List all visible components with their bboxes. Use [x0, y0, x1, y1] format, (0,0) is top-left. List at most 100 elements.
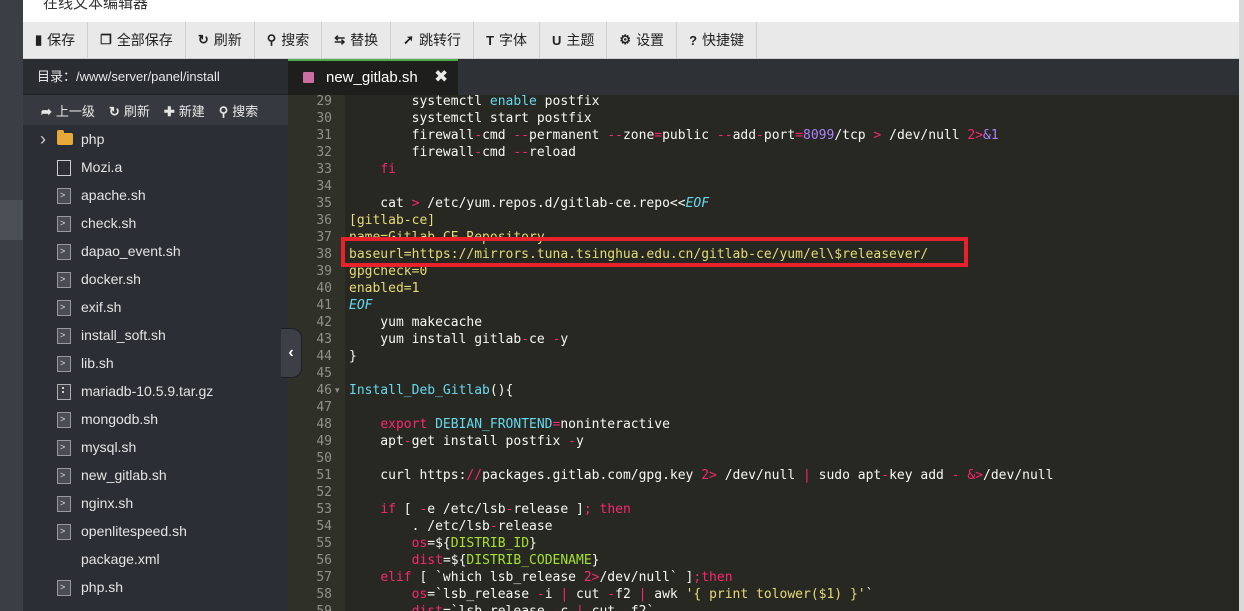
file-name: php: [81, 131, 105, 147]
replace-button[interactable]: ⇆ 替换: [322, 22, 392, 58]
code-line: 45: [288, 365, 1239, 382]
goto-line-button[interactable]: ➚ 跳转行: [391, 22, 475, 58]
save-all-icon: ❐: [100, 32, 112, 47]
code-text: os=${DISTRIB_ID}: [411, 536, 537, 551]
file-item[interactable]: package.xml: [23, 545, 288, 573]
file-name: mongodb.sh: [81, 411, 159, 427]
title-bar: 在线文本编辑器: [23, 0, 1239, 23]
line-number: 38: [316, 247, 332, 262]
new-icon: ✚: [163, 103, 175, 119]
terminal-file-icon: [57, 468, 71, 484]
replace-label: 替换: [350, 32, 379, 48]
file-item[interactable]: apache.sh: [23, 181, 288, 209]
shortcuts-button[interactable]: ? 快捷键: [677, 22, 758, 58]
font-icon: T: [486, 32, 495, 48]
sidebar-refresh-button[interactable]: ↻ 刷新: [109, 101, 150, 120]
file-item[interactable]: docker.sh: [23, 265, 288, 293]
fold-toggle-icon[interactable]: ▾: [335, 382, 340, 399]
theme-button[interactable]: U 主题: [540, 22, 608, 58]
line-number: 37: [316, 230, 332, 245]
theme-label: 主题: [566, 32, 595, 48]
file-name: openlitespeed.sh: [81, 523, 187, 539]
terminal-file-icon: [57, 244, 71, 260]
file-sidebar: 目录：/www/server/panel/install ➦ 上一级 ↻ 刷新 ✚ 新建 ⚲…: [23, 59, 288, 611]
file-item[interactable]: exif.sh: [23, 293, 288, 321]
line-number: 39: [316, 264, 332, 279]
chevron-right-icon[interactable]: ›: [40, 125, 46, 153]
line-number: 40: [316, 281, 332, 296]
code-line: 47: [288, 399, 1239, 416]
file-item[interactable]: mariadb-10.5.9.tar.gz: [23, 377, 288, 405]
code-text: [gitlab-ce]: [349, 213, 436, 228]
code-text: systemctl enable postfix: [349, 95, 600, 109]
file-item[interactable]: Mozi.a: [23, 153, 288, 181]
line-number: 51: [316, 468, 332, 483]
file-item[interactable]: dapao_event.sh: [23, 237, 288, 265]
sidebar-up-level-button[interactable]: ➦ 上一级: [41, 101, 95, 120]
code-text: yum install gitlab-ce -y: [349, 332, 569, 347]
code-text: os=`lsb_release -i | cut -f2 | awk '{ pr…: [411, 587, 874, 602]
file-item[interactable]: openlitespeed.sh: [23, 517, 288, 545]
window-title: 在线文本编辑器: [43, 0, 149, 12]
close-tab-icon[interactable]: ✖: [434, 67, 448, 87]
line-number: 49: [316, 434, 332, 449]
line-number: 48: [316, 417, 332, 432]
terminal-file-icon: [57, 496, 71, 512]
code-line: 58 os=`lsb_release -i | cut -f2 | awk '{…: [288, 586, 1239, 603]
code-line: 30 systemctl start postfix: [288, 110, 1239, 127]
font-label: 字体: [499, 32, 528, 48]
sidebar-actions: ➦ 上一级 ↻ 刷新 ✚ 新建 ⚲ 搜索: [23, 95, 288, 125]
code-line: 55 os=${DISTRIB_ID}: [288, 535, 1239, 552]
settings-icon: ⚙: [619, 32, 632, 47]
search-icon: ⚲: [266, 32, 277, 47]
code-editor[interactable]: 29 systemctl enable postfix 30 systemctl …: [288, 95, 1239, 611]
collapse-sidebar-button[interactable]: ‹: [281, 328, 302, 378]
code-line: 41 EOF: [288, 297, 1239, 314]
code-line: 54 . /etc/lsb-release: [288, 518, 1239, 535]
code-line: 46 ▾ Install_Deb_Gitlab(){: [288, 382, 1239, 399]
code-line: 59 dist=`lsb_release -c | cut -f2`: [288, 603, 1239, 611]
font-button[interactable]: T 字体: [474, 22, 541, 58]
file-item[interactable]: new_gitlab.sh: [23, 461, 288, 489]
file-item[interactable]: nginx.sh: [23, 489, 288, 517]
refresh-button[interactable]: ↻ 刷新: [186, 22, 255, 58]
file-name: lib.sh: [81, 355, 114, 371]
folder-icon: [57, 130, 73, 145]
sidebar-new-button[interactable]: ✚ 新建: [164, 101, 205, 120]
file-item[interactable]: php.sh: [23, 573, 288, 601]
code-text: enabled=1: [349, 281, 420, 296]
file-name: new_gitlab.sh: [81, 467, 167, 483]
file-item[interactable]: mongodb.sh: [23, 405, 288, 433]
settings-button[interactable]: ⚙ 设置: [607, 22, 678, 58]
terminal-file-icon: [57, 328, 71, 344]
terminal-file-icon: [57, 580, 71, 596]
tab-new-gitlab-sh[interactable]: new_gitlab.sh ✖: [288, 59, 458, 95]
document-icon: [57, 160, 71, 176]
toolbar: ▮ 保存 ❐ 全部保存 ↻ 刷新 ⚲ 搜索 ⇆ 替换 ➚ 跳转行 T 字体 U 主题 ⚙ 设置? 快捷键: [23, 22, 1239, 59]
code-text: . /etc/lsb-release: [349, 519, 553, 534]
line-number: 56: [316, 553, 332, 568]
highlight-annotation-box: [341, 237, 968, 267]
code-line: 53 if [ -e /etc/lsb-release ]; then: [288, 501, 1239, 518]
file-item[interactable]: mysql.sh: [23, 433, 288, 461]
background-left: [0, 0, 23, 611]
code-line: 33 fi: [288, 161, 1239, 178]
shortcuts-icon: ?: [689, 32, 698, 48]
code-line: 49 apt-get install postfix -y: [288, 433, 1239, 450]
terminal-file-icon: [57, 356, 71, 372]
file-item[interactable]: install_soft.sh: [23, 321, 288, 349]
save-all-button[interactable]: ❐ 全部保存: [88, 22, 186, 58]
file-item[interactable]: check.sh: [23, 209, 288, 237]
terminal-file-icon: [57, 440, 71, 456]
search-icon: ⚲: [218, 103, 229, 119]
sidebar-up-level-label: 上一级: [55, 103, 95, 119]
settings-label: 设置: [636, 32, 665, 48]
save-button[interactable]: ▮ 保存: [23, 22, 89, 58]
code-text: apt-get install postfix -y: [349, 434, 584, 449]
code-text: dist=${DISTRIB_CODENAME}: [411, 553, 600, 568]
file-item[interactable]: lib.sh: [23, 349, 288, 377]
sidebar-search-button[interactable]: ⚲ 搜索: [219, 101, 259, 120]
code-text: elif [ `which lsb_release 2>/dev/null` ]…: [380, 570, 733, 585]
file-item[interactable]: › php: [23, 125, 288, 153]
search-button[interactable]: ⚲ 搜索: [255, 22, 323, 58]
